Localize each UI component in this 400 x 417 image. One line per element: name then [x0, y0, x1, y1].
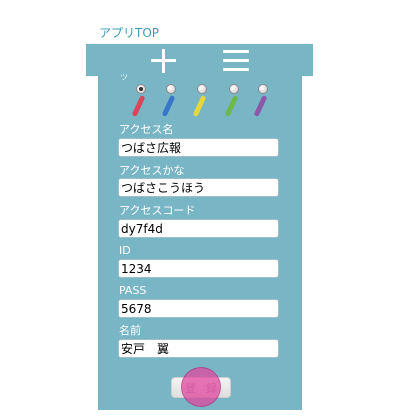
- id-label: ID: [119, 244, 131, 257]
- color-option[interactable]: [192, 84, 210, 120]
- pass-input[interactable]: [118, 299, 279, 318]
- color-option[interactable]: [224, 84, 242, 120]
- pen-icon: [161, 94, 176, 118]
- access-code-input[interactable]: [118, 219, 279, 238]
- access-name-input[interactable]: [118, 138, 279, 157]
- register-button[interactable]: 登録: [171, 377, 231, 398]
- color-option[interactable]: [253, 84, 271, 120]
- id-input[interactable]: [118, 259, 279, 278]
- access-name-label: アクセス名: [119, 123, 174, 136]
- pen-icon: [224, 94, 239, 118]
- form-panel: [98, 70, 302, 410]
- color-option[interactable]: [161, 84, 179, 120]
- radio-button[interactable]: [136, 84, 146, 94]
- pass-label: PASS: [119, 284, 147, 297]
- access-code-label: アクセスコード: [119, 204, 196, 217]
- hamburger-menu-icon[interactable]: [223, 48, 251, 74]
- radio-button[interactable]: [197, 84, 207, 94]
- pen-icon: [131, 94, 146, 118]
- access-kana-label: アクセスかな: [119, 164, 185, 177]
- pen-icon: [253, 94, 268, 118]
- color-option[interactable]: [131, 84, 149, 120]
- radio-button[interactable]: [166, 84, 176, 94]
- partial-text: ツ: [120, 73, 128, 82]
- radio-button[interactable]: [229, 84, 239, 94]
- app-top-link[interactable]: アプリTOP: [99, 24, 159, 41]
- pen-icon: [192, 94, 207, 118]
- name-label: 名前: [119, 324, 141, 337]
- name-input[interactable]: [118, 339, 279, 358]
- radio-button[interactable]: [258, 84, 268, 94]
- access-kana-input[interactable]: [118, 178, 279, 197]
- plus-icon[interactable]: [150, 48, 178, 74]
